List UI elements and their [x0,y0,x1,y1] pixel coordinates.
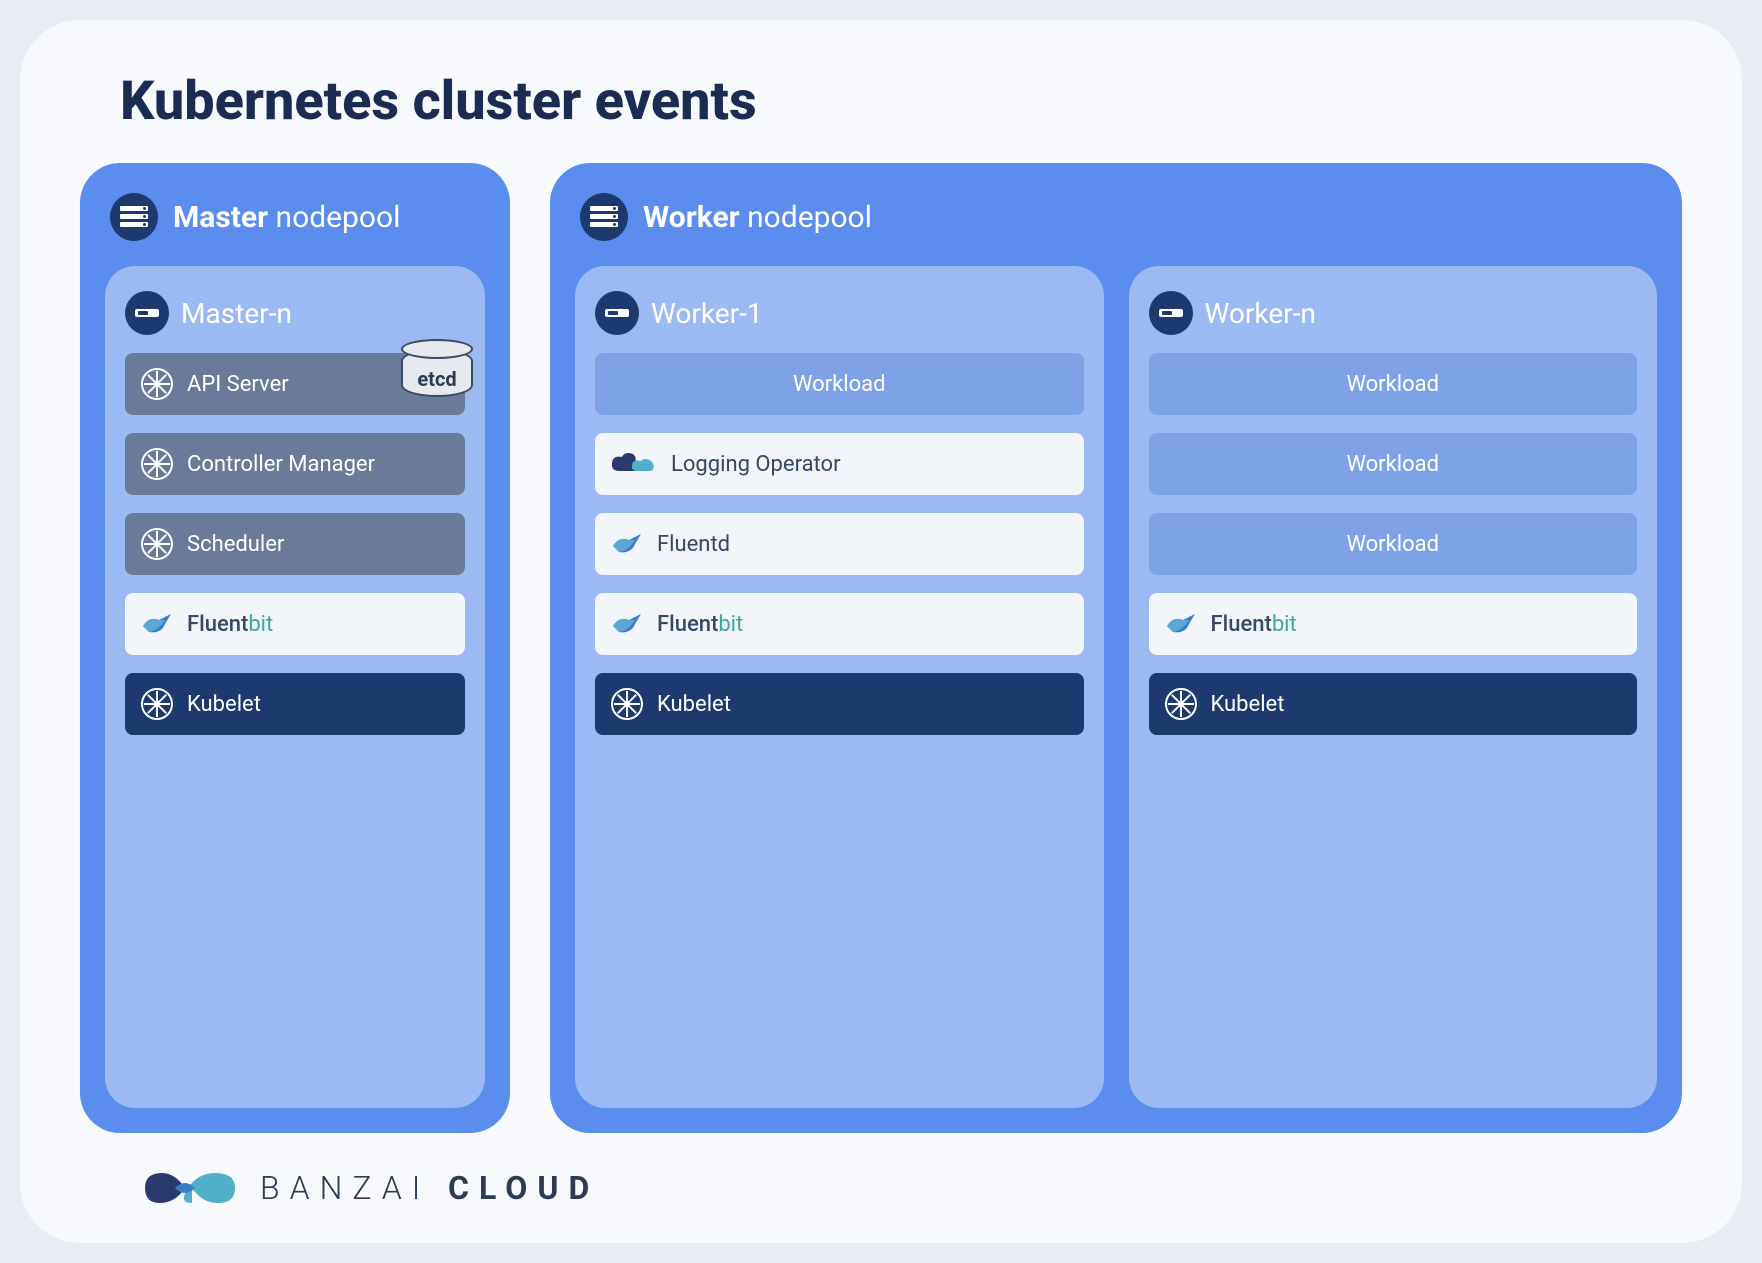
etcd-icon: etcd [401,339,473,399]
footer-brand: BANZAI CLOUD [140,1163,1682,1213]
fluentbit-label: Fluentbit [187,612,273,637]
banzai-cloud-icon [609,449,659,479]
workload-label: Workload [1346,372,1439,397]
workload-item: Workload [1149,353,1638,415]
kubelet-item: Kubelet [125,673,465,735]
fluentbit-label: Fluentbit [1211,612,1297,637]
master-pool-header: Master nodepool [105,193,485,241]
server-stack-icon [110,193,158,241]
workload-item: Workload [595,353,1084,415]
workload-label: Workload [1346,532,1439,557]
logging-operator-item: Logging Operator [595,433,1084,495]
worker-nodepool: Worker nodepool Worker-1 Workload [550,163,1682,1133]
fluentbit-item: Fluentbit [595,593,1084,655]
master-node-header: Master-n [125,291,465,335]
logging-operator-label: Logging Operator [671,452,841,477]
banzai-cloud-logo-icon [140,1163,240,1213]
api-server-label: API Server [187,372,289,397]
master-nodes: Master-n API Server etcd [105,266,485,1108]
kubelet-label: Kubelet [657,692,731,717]
kubelet-item: Kubelet [1149,673,1638,735]
worker-n-name: Worker-n [1205,297,1316,330]
kubelet-label: Kubelet [187,692,261,717]
api-server-item: API Server etcd [125,353,465,415]
scheduler-item: Scheduler [125,513,465,575]
node-icon [595,291,639,335]
fluentd-label: Fluentd [657,532,730,557]
workload-label: Workload [793,372,886,397]
worker-n-node: Worker-n Workload Workload Workload [1129,266,1658,1108]
worker-pool-title: Worker nodepool [643,200,872,235]
master-pool-title: Master nodepool [173,200,400,235]
worker-1-name: Worker-1 [651,297,763,330]
kubernetes-icon [139,446,175,482]
kubernetes-icon [609,686,645,722]
fluentd-item: Fluentd [595,513,1084,575]
worker-pool-header: Worker nodepool [575,193,1657,241]
workload-item: Workload [1149,433,1638,495]
kubelet-item: Kubelet [595,673,1084,735]
controller-manager-label: Controller Manager [187,452,375,477]
workload-item: Workload [1149,513,1638,575]
master-node: Master-n API Server etcd [105,266,485,1108]
workload-label: Workload [1346,452,1439,477]
master-nodepool: Master nodepool Master-n API Server [80,163,510,1133]
worker-1-header: Worker-1 [595,291,1084,335]
fluentbit-item: Fluentbit [1149,593,1638,655]
kubernetes-icon [139,366,175,402]
diagram-title: Kubernetes cluster events [120,70,1682,133]
etcd-label: etcd [401,367,473,391]
fluentd-bird-icon [609,526,645,562]
fluentbit-label: Fluentbit [657,612,743,637]
controller-manager-item: Controller Manager [125,433,465,495]
worker-nodes: Worker-1 Workload Logging Operator [575,266,1657,1108]
node-icon [125,291,169,335]
pools-row: Master nodepool Master-n API Server [80,163,1682,1133]
master-node-name: Master-n [181,297,292,330]
kubernetes-icon [139,526,175,562]
node-icon [1149,291,1193,335]
diagram-canvas: Kubernetes cluster events Master nodepoo… [20,20,1742,1243]
scheduler-label: Scheduler [187,532,284,557]
footer-brand-text: BANZAI CLOUD [260,1169,599,1207]
worker-1-node: Worker-1 Workload Logging Operator [575,266,1104,1108]
fluentbit-item: Fluentbit [125,593,465,655]
fluentbit-bird-icon [1163,606,1199,642]
kubernetes-icon [139,686,175,722]
fluentbit-bird-icon [139,606,175,642]
fluentbit-bird-icon [609,606,645,642]
kubernetes-icon [1163,686,1199,722]
server-stack-icon [580,193,628,241]
worker-n-header: Worker-n [1149,291,1638,335]
kubelet-label: Kubelet [1211,692,1285,717]
